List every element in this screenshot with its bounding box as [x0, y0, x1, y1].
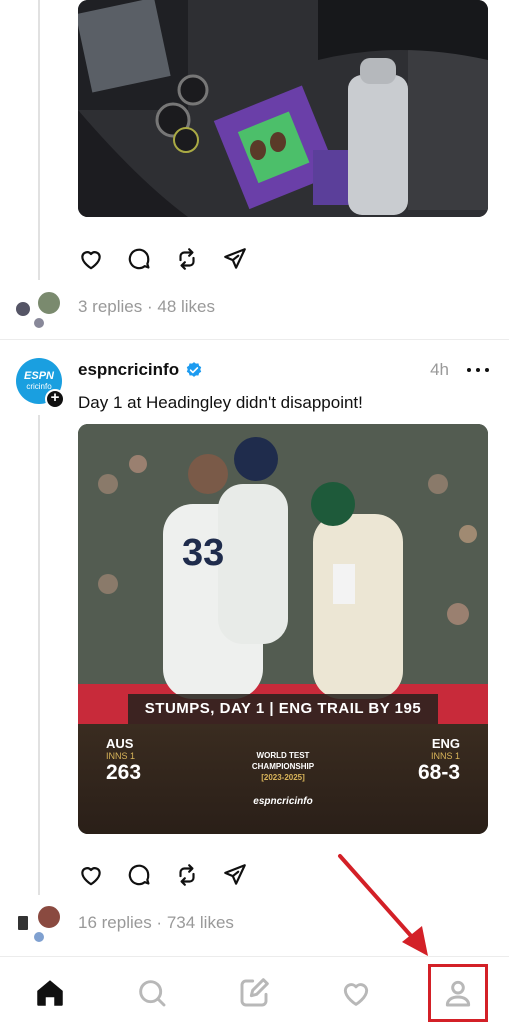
- repost-icon: [179, 864, 195, 886]
- avatar: [36, 290, 62, 316]
- heart-icon: [81, 867, 101, 886]
- team-score: 68-3: [417, 761, 460, 784]
- comment-icon: [128, 864, 150, 886]
- home-icon: [37, 980, 63, 1006]
- avatar: [16, 914, 30, 932]
- team-name: AUS: [106, 736, 134, 751]
- reply-avatars: [14, 904, 64, 944]
- follow-button[interactable]: +: [45, 389, 65, 409]
- heart-icon: [81, 251, 101, 270]
- team-eng: ENG INNS 1 68-3: [418, 736, 460, 785]
- repost-button[interactable]: [174, 862, 200, 888]
- annotation-arrow-icon: [338, 854, 428, 956]
- share-button[interactable]: [222, 246, 248, 272]
- thread-line: [38, 0, 40, 280]
- compose-icon: [240, 978, 269, 1007]
- car-interior-image: [78, 0, 488, 217]
- brand-logo: espncricinfo: [253, 796, 313, 807]
- avatar: [14, 300, 32, 318]
- avatar: [32, 930, 46, 944]
- reply-button[interactable]: [126, 862, 152, 888]
- avatar-text: cricinfo: [26, 382, 52, 391]
- comment-icon: [128, 248, 150, 270]
- nav-search[interactable]: [134, 975, 170, 1011]
- cricket-photo: [78, 424, 488, 724]
- replies-likes[interactable]: 16 replies · 734 likes: [78, 913, 234, 933]
- avatar: [36, 904, 62, 930]
- reply-button[interactable]: [126, 246, 152, 272]
- avatar-text: ESPN: [24, 370, 54, 382]
- divider: [0, 339, 509, 340]
- more-options-button[interactable]: [467, 368, 489, 372]
- post-image[interactable]: 33 STUMPS, DAY 1 | ENG TRAIL BY 195 RUNS…: [78, 424, 488, 834]
- thread-line: [38, 415, 40, 895]
- verified-badge-icon: [186, 362, 202, 377]
- post-time: 4h: [430, 360, 449, 379]
- heart-icon: [343, 983, 369, 1006]
- post-text: Day 1 at Headingley didn't disappoint!: [78, 393, 363, 412]
- scorecard: AUS INNS 1 263 WORLD TEST CHAMPIONSHIP […: [78, 724, 488, 834]
- search-icon: [139, 980, 166, 1007]
- team-name: ENG: [431, 736, 460, 751]
- like-button[interactable]: [78, 862, 104, 888]
- post-actions: [78, 862, 248, 888]
- nav-home[interactable]: [32, 975, 68, 1011]
- post-actions: [78, 246, 248, 272]
- highlight-box: [428, 964, 488, 1022]
- shirt-number: 33: [182, 532, 225, 574]
- username[interactable]: espncricinfo: [78, 360, 179, 380]
- replies-likes[interactable]: 3 replies · 48 likes: [78, 297, 215, 317]
- send-icon: [224, 248, 246, 269]
- send-icon: [224, 864, 246, 885]
- reply-avatars: [14, 290, 64, 330]
- nav-activity[interactable]: [338, 975, 374, 1011]
- avatar: [32, 316, 46, 330]
- post-image[interactable]: [78, 0, 488, 217]
- score-banner: STUMPS, DAY 1 | ENG TRAIL BY 195 RUNS: [128, 694, 438, 747]
- repost-button[interactable]: [174, 246, 200, 272]
- like-button[interactable]: [78, 246, 104, 272]
- team-innings: INNS 1: [430, 751, 460, 761]
- post-header: espncricinfo 4h: [78, 360, 489, 380]
- nav-compose[interactable]: [236, 975, 272, 1011]
- share-button[interactable]: [222, 862, 248, 888]
- repost-icon: [179, 248, 195, 270]
